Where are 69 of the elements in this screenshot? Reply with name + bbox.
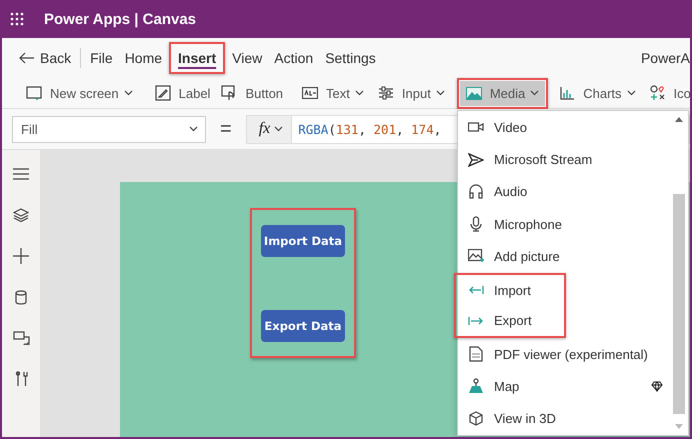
- canvas-button[interactable]: Export Data: [261, 310, 345, 342]
- add-image-icon: [468, 249, 484, 264]
- headphones-icon: [469, 184, 483, 200]
- sliders-icon: [378, 86, 394, 100]
- scroll-up-icon: [675, 117, 683, 122]
- chevron-icon: [354, 90, 364, 96]
- equals-sign: =: [220, 118, 232, 140]
- menu-item[interactable]: Add picture: [458, 240, 673, 273]
- diamond-icon: [651, 380, 663, 392]
- toolbar-button[interactable]: Text: [296, 82, 370, 104]
- cube-icon: [469, 411, 483, 426]
- scrollbar[interactable]: [673, 117, 685, 429]
- layers-icon: [13, 208, 29, 222]
- chevron-icon: [274, 126, 284, 132]
- waffle-icon: [10, 12, 24, 26]
- chevron-icon: [626, 90, 636, 96]
- menu-item[interactable]: Microsoft Stream: [458, 143, 673, 176]
- icons-icon: [650, 85, 666, 101]
- cylinder-icon: [15, 290, 27, 304]
- back-arrow-icon: [18, 52, 34, 64]
- pdf-file-icon: [469, 346, 483, 362]
- environment-label: PowerA: [640, 50, 690, 66]
- pencil-icon: [154, 85, 171, 101]
- menu-tab[interactable]: Insert: [173, 46, 222, 70]
- function-button[interactable]: fx: [246, 114, 292, 144]
- microphone-icon: [470, 216, 482, 232]
- back-button[interactable]: Back: [18, 46, 78, 70]
- menu-icon: [13, 168, 29, 180]
- chevron-icon: [189, 126, 198, 132]
- menu-tab[interactable]: File: [84, 46, 119, 70]
- menu-item[interactable]: Export: [458, 305, 564, 336]
- menu-tab[interactable]: Home: [118, 46, 168, 70]
- chevron-icon: [530, 90, 540, 96]
- tools-icon: [14, 371, 28, 387]
- plus-icon: [13, 248, 29, 264]
- arrow-to-line-icon: [468, 285, 484, 296]
- menu-item[interactable]: Import: [458, 274, 564, 306]
- image-icon: [466, 86, 482, 100]
- menu-tab[interactable]: Settings: [319, 46, 382, 70]
- menu-item[interactable]: Video: [458, 111, 673, 144]
- toolbar-button[interactable]: Charts: [554, 82, 642, 104]
- chevron-icon: [124, 90, 133, 96]
- menu-tab[interactable]: Action: [268, 46, 320, 70]
- toolbar-button[interactable]: Media: [460, 80, 546, 106]
- map-pin-icon: [468, 378, 484, 394]
- chevron-icon: [436, 90, 445, 96]
- toolbar-button[interactable]: Input: [372, 82, 451, 104]
- pointer-icon: [221, 85, 238, 101]
- text-box-icon: [302, 87, 318, 99]
- toolbar-button[interactable]: Ico: [644, 82, 690, 104]
- screen-icon: [26, 86, 42, 100]
- menu-item[interactable]: Microphone: [458, 208, 673, 240]
- devices-icon: [12, 331, 30, 345]
- menu-tab[interactable]: View: [226, 46, 268, 70]
- toolbar-button[interactable]: New screen: [20, 82, 139, 104]
- menu-item[interactable]: Audio: [458, 176, 673, 208]
- toolbar-button[interactable]: Label: [148, 82, 214, 104]
- menu-item[interactable]: Map: [458, 370, 673, 403]
- toolbar-button[interactable]: Button: [215, 82, 286, 104]
- arrow-from-line-icon: [468, 316, 484, 326]
- app-title: Power Apps | Canvas: [44, 10, 196, 28]
- menu-item[interactable]: View in 3D: [458, 402, 673, 435]
- canvas-button[interactable]: Import Data: [261, 225, 345, 257]
- scroll-down-icon: [675, 424, 683, 429]
- video-camera-icon: [468, 121, 484, 134]
- play-send-icon: [468, 152, 484, 167]
- property-dropdown[interactable]: Fill: [12, 116, 206, 142]
- menu-item[interactable]: PDF viewer (experimental): [458, 338, 673, 370]
- bar-chart-icon: [560, 86, 576, 100]
